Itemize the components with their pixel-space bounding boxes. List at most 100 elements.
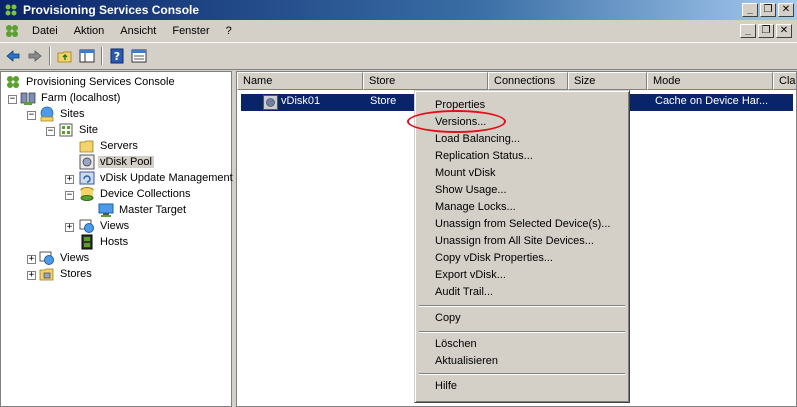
menu-item-mount-vdisk[interactable]: Mount vDisk xyxy=(435,165,496,181)
tree-collapse-toggle[interactable]: − xyxy=(27,111,36,120)
svg-text:?: ? xyxy=(114,50,120,63)
tree-label: Provisioning Services Console xyxy=(26,76,175,88)
farm-icon xyxy=(20,92,36,105)
menu-item-unassign-all[interactable]: Unassign from All Site Devices... xyxy=(435,233,594,249)
console-tree[interactable]: Provisioning Services Console − Farm (lo… xyxy=(0,71,235,407)
tree-expand-toggle[interactable]: + xyxy=(27,271,36,280)
cell-store: Store xyxy=(370,95,397,107)
menu-item-audit-trail[interactable]: Audit Trail... xyxy=(435,284,493,300)
tree-item-site[interactable]: Site xyxy=(58,122,100,138)
help-button[interactable]: ? xyxy=(106,45,128,67)
show-hide-tree-icon xyxy=(79,49,95,63)
column-header-class[interactable]: Cla xyxy=(773,72,796,90)
tree-collapse-toggle[interactable]: − xyxy=(46,127,55,136)
hosts-icon xyxy=(81,234,93,250)
column-header-connections[interactable]: Connections xyxy=(488,72,568,90)
menu-separator xyxy=(419,373,625,375)
menu-help[interactable]: ? xyxy=(218,20,240,42)
site-icon xyxy=(59,123,73,137)
menu-item-export-vdisk[interactable]: Export vDisk... xyxy=(435,267,506,283)
tree-item-stores[interactable]: Stores xyxy=(39,266,94,282)
list-header: Name Store Connections Size Mode Cla xyxy=(237,72,796,90)
up-folder-button[interactable] xyxy=(54,45,76,67)
views-icon xyxy=(39,251,54,265)
toolbar-separator xyxy=(49,47,51,65)
properties-button[interactable] xyxy=(128,45,150,67)
citrix-logo-icon xyxy=(5,4,17,16)
tree-item-hosts[interactable]: Hosts xyxy=(79,234,130,250)
tree-item-console-root[interactable]: Provisioning Services Console xyxy=(5,74,177,90)
menu-aktion[interactable]: Aktion xyxy=(66,20,113,42)
menu-item-manage-locks[interactable]: Manage Locks... xyxy=(435,199,516,215)
help-icon: ? xyxy=(110,48,124,64)
menu-item-refresh[interactable]: Aktualisieren xyxy=(435,353,498,369)
tree-item-vdisk-update[interactable]: vDisk Update Management xyxy=(79,170,235,186)
menu-item-properties[interactable]: Properties xyxy=(435,97,485,113)
folder-icon xyxy=(79,140,94,153)
menu-item-show-usage[interactable]: Show Usage... xyxy=(435,182,507,198)
column-header-store[interactable]: Store xyxy=(363,72,488,90)
tree-expand-toggle[interactable]: + xyxy=(27,255,36,264)
tree-expand-toggle[interactable]: + xyxy=(65,223,74,232)
tree-item-vdisk-pool[interactable]: vDisk Pool xyxy=(79,154,154,170)
sites-icon xyxy=(40,106,54,122)
restore-button[interactable]: ❐ xyxy=(760,3,776,17)
menu-item-versions[interactable]: Versions... xyxy=(435,114,486,130)
tree-label: Hosts xyxy=(100,236,129,248)
menu-fenster[interactable]: Fenster xyxy=(164,20,217,42)
toolbar-separator xyxy=(101,47,103,65)
context-menu: Properties Versions... Load Balancing...… xyxy=(414,90,630,403)
tree-label: vDisk Pool xyxy=(98,156,154,168)
column-header-mode[interactable]: Mode xyxy=(647,72,773,90)
device-collection-icon xyxy=(80,187,94,201)
forward-button[interactable] xyxy=(24,45,46,67)
close-button[interactable]: ✕ xyxy=(778,3,794,17)
tree-collapse-toggle[interactable]: − xyxy=(65,191,74,200)
tree-label: Stores xyxy=(60,268,92,280)
tree-label: Master Target xyxy=(119,204,187,216)
back-icon xyxy=(6,50,20,62)
tree-item-device-collections[interactable]: Device Collections xyxy=(79,186,192,202)
tree-item-site-views[interactable]: Views xyxy=(79,218,131,234)
tree-item-sites[interactable]: Sites xyxy=(39,106,86,122)
tree-expand-toggle[interactable]: + xyxy=(65,175,74,184)
child-minimize-button[interactable]: _ xyxy=(740,24,756,38)
menu-item-copy[interactable]: Copy xyxy=(435,310,461,326)
tree-label: Views xyxy=(100,220,130,232)
tree-item-master-target[interactable]: Master Target xyxy=(98,202,188,218)
minimize-button[interactable]: _ xyxy=(742,3,758,17)
cell-name: vDisk01 xyxy=(281,95,321,107)
back-button[interactable] xyxy=(2,45,24,67)
tree-collapse-toggle[interactable]: − xyxy=(8,95,17,104)
tree-item-farm[interactable]: Farm (localhost) xyxy=(20,90,122,106)
properties-icon xyxy=(131,49,147,63)
stores-icon xyxy=(39,268,54,281)
menu-item-load-balancing[interactable]: Load Balancing... xyxy=(435,131,520,147)
column-header-name[interactable]: Name xyxy=(237,72,363,90)
tree-label: Device Collections xyxy=(100,188,191,200)
menu-bar: Datei Aktion Ansicht Fenster ? _ ❐ ✕ xyxy=(0,20,797,42)
tree-label: Views xyxy=(60,252,90,264)
window-title: Provisioning Services Console xyxy=(23,3,200,17)
mdi-child-icon[interactable] xyxy=(4,23,20,39)
tree-label: Sites xyxy=(60,108,85,120)
menu-ansicht[interactable]: Ansicht xyxy=(112,20,164,42)
column-header-size[interactable]: Size xyxy=(568,72,647,90)
tree-item-servers[interactable]: Servers xyxy=(79,138,140,154)
tree-item-views[interactable]: Views xyxy=(39,250,91,266)
child-close-button[interactable]: ✕ xyxy=(776,24,792,38)
forward-icon xyxy=(28,50,42,62)
tree-label: Servers xyxy=(100,140,138,152)
title-bar: Provisioning Services Console _ ❐ ✕ xyxy=(0,0,797,20)
child-restore-button[interactable]: ❐ xyxy=(758,24,774,38)
show-hide-tree-button[interactable] xyxy=(76,45,98,67)
up-folder-icon xyxy=(57,51,72,63)
menu-item-help[interactable]: Hilfe xyxy=(435,378,457,394)
device-collection-icon xyxy=(98,203,114,217)
menu-item-copy-vdisk-properties[interactable]: Copy vDisk Properties... xyxy=(435,250,553,266)
menu-datei[interactable]: Datei xyxy=(24,20,66,42)
menu-item-delete[interactable]: Löschen xyxy=(435,336,477,352)
vdisk-icon xyxy=(263,95,278,110)
menu-item-replication-status[interactable]: Replication Status... xyxy=(435,148,533,164)
menu-item-unassign-selected[interactable]: Unassign from Selected Device(s)... xyxy=(435,216,610,232)
